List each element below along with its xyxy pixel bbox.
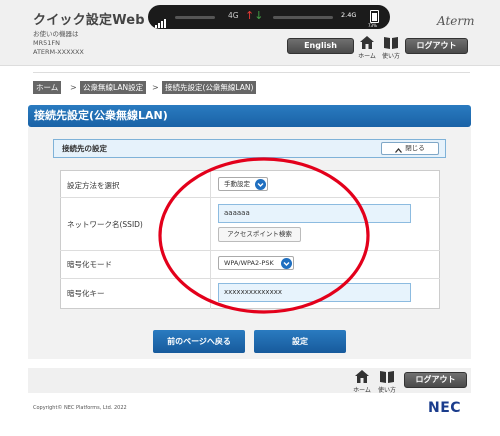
english-button[interactable]: English [287, 38, 354, 54]
encryption-label: 暗号化モード [67, 260, 112, 269]
footer-help-button[interactable]: 使い方 [376, 370, 398, 394]
highlight-ellipse [158, 157, 370, 314]
logout-button[interactable]: ログアウト [405, 38, 468, 54]
breadcrumb-current: 接続先設定(公衆無線LAN) [162, 81, 257, 94]
home-icon [357, 36, 377, 51]
header-divider [33, 72, 470, 73]
status-placeholder-bar [175, 16, 215, 19]
battery-percent: 73% [368, 23, 377, 28]
ssid-label: ネットワーク名(SSID) [67, 220, 143, 229]
chevron-up-icon [395, 146, 403, 153]
copyright: Copyright© NEC Platforms, Ltd. 2022 [33, 405, 127, 411]
device-caption: お使いの機器は [33, 30, 79, 38]
home-button[interactable]: ホーム [357, 36, 377, 60]
help-label: 使い方 [381, 53, 400, 60]
book-icon [380, 36, 402, 51]
method-label: 設定方法を選択 [67, 181, 120, 190]
battery-icon [370, 10, 379, 23]
back-button[interactable]: 前のページへ戻る [153, 330, 245, 353]
footer-home-button[interactable]: ホーム [352, 370, 372, 394]
page-title: 接続先設定(公衆無線LAN) [28, 105, 471, 127]
status-placeholder-bar-2 [273, 16, 333, 19]
signal-icon [155, 13, 169, 28]
device-id: ATERM-XXXXXX [33, 48, 84, 56]
device-info: お使いの機器は MR51FN ATERM-XXXXXX [33, 30, 84, 57]
device-model: MR51FN [33, 39, 60, 47]
breadcrumb-separator: > [152, 83, 159, 92]
app-title: クイック設定Web [33, 13, 145, 28]
set-button[interactable]: 設定 [254, 330, 346, 353]
brand-logo: Aterm [437, 14, 475, 28]
book-icon [376, 370, 398, 385]
nec-logo: NEC [428, 400, 462, 416]
breadcrumb-home[interactable]: ホーム [33, 81, 62, 94]
key-label: 暗号化キー [67, 289, 105, 298]
breadcrumb-separator: > [70, 83, 77, 92]
home-label: ホーム [358, 53, 376, 60]
network-type: 4G [228, 11, 239, 20]
close-label: 閉じる [405, 144, 425, 152]
data-value: 2.4G [341, 11, 357, 19]
footer-help-label: 使い方 [377, 387, 396, 394]
footer-home-label: ホーム [353, 387, 371, 394]
footer-logout-button[interactable]: ログアウト [404, 372, 467, 388]
home-icon [352, 370, 372, 385]
transfer-icon: ↑↓ [245, 9, 264, 22]
breadcrumb-public-wlan[interactable]: 公衆無線LAN設定 [80, 81, 147, 94]
help-button[interactable]: 使い方 [380, 36, 402, 60]
close-section-button[interactable]: 閉じる [381, 142, 439, 155]
device-status-bar: 4G ↑↓ 2.4G 73% [148, 5, 390, 29]
